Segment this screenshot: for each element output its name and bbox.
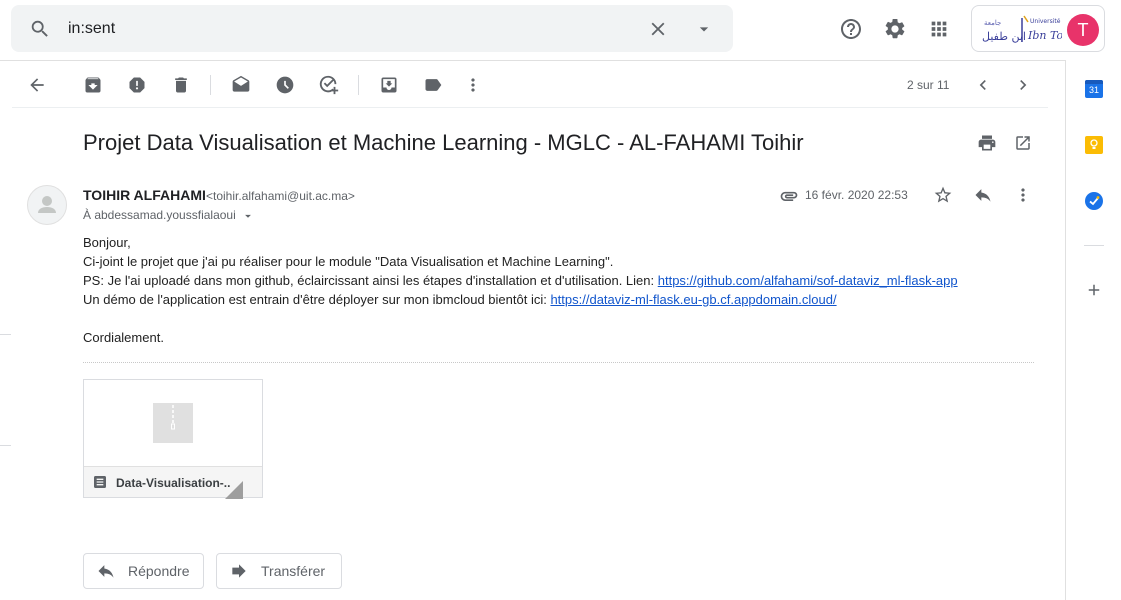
zip-file-icon — [153, 403, 193, 443]
reply-button[interactable]: Répondre — [83, 553, 204, 589]
keep-icon[interactable] — [1085, 136, 1103, 154]
reply-icon[interactable] — [971, 183, 995, 207]
reply-button-label: Répondre — [128, 563, 190, 579]
body-github-text: PS: Je l'ai uploadé dans mon github, écl… — [83, 273, 658, 288]
email-date: 16 févr. 2020 22:53 — [805, 188, 908, 202]
forward-button[interactable]: Transférer — [216, 553, 342, 589]
move-to-icon[interactable] — [376, 72, 402, 98]
toolbar-divider — [12, 107, 1048, 108]
back-icon[interactable] — [24, 72, 50, 98]
help-icon[interactable] — [837, 15, 865, 43]
demo-link[interactable]: https://dataviz-ml-flask.eu-gb.cf.appdom… — [550, 292, 836, 307]
calendar-day: 31 — [1088, 85, 1099, 95]
add-task-icon[interactable] — [316, 72, 342, 98]
sender-avatar — [27, 185, 67, 225]
search-input[interactable]: in:sent — [68, 20, 115, 38]
body-demo-text: Un démo de l'application est entrain d'ê… — [83, 292, 551, 307]
forward-button-icon — [229, 561, 249, 581]
attachment-card[interactable]: Data-Visualisation-... — [83, 379, 263, 499]
svg-text:Université: Université — [1030, 18, 1061, 25]
email-subject: Projet Data Visualisation et Machine Lea… — [83, 130, 804, 155]
side-panel-separator — [1084, 245, 1104, 246]
recipient-details-icon[interactable] — [241, 209, 255, 223]
github-link[interactable]: https://github.com/alfahami/sof-dataviz_… — [658, 273, 958, 288]
header-divider — [0, 60, 1066, 61]
search-bar[interactable]: in:sent — [11, 5, 733, 52]
report-spam-icon[interactable] — [124, 72, 150, 98]
left-edge-mark — [0, 334, 11, 335]
forward-button-label: Transférer — [261, 563, 326, 579]
body-closing: Cordialement. — [83, 330, 164, 345]
older-icon[interactable] — [1011, 73, 1035, 97]
reply-button-icon — [96, 561, 116, 581]
body-line-intro: Ci-joint le projet que j'ai pu réaliser … — [83, 254, 614, 269]
archive-icon[interactable] — [80, 72, 106, 98]
sender-email: <toihir.alfahami@uit.ac.ma> — [206, 189, 355, 203]
snooze-icon[interactable] — [272, 72, 298, 98]
star-icon[interactable] — [931, 183, 955, 207]
search-options-icon[interactable] — [692, 17, 716, 41]
left-edge-mark — [0, 445, 11, 446]
clear-search-icon[interactable] — [646, 17, 670, 41]
attachment-divider — [83, 362, 1034, 363]
account-avatar[interactable]: T — [1067, 14, 1099, 46]
label-icon[interactable] — [420, 72, 446, 98]
apps-icon[interactable] — [925, 15, 953, 43]
mark-unread-icon[interactable] — [228, 72, 254, 98]
recipient-line[interactable]: À abdessamad.youssfialaoui — [83, 208, 255, 223]
newer-icon[interactable] — [971, 73, 995, 97]
side-panel-divider — [1065, 61, 1066, 600]
toolbar-separator — [210, 75, 211, 95]
print-icon[interactable] — [975, 131, 999, 155]
university-logo: جامعة ابن طفيل Université Ibn Tofail — [978, 12, 1062, 46]
attachment-corner-fold — [225, 481, 243, 499]
body-greeting: Bonjour, — [83, 235, 131, 250]
attachment-icon — [779, 186, 799, 206]
more-icon[interactable] — [460, 72, 486, 98]
calendar-icon[interactable]: 31 — [1085, 80, 1103, 98]
open-in-new-window-icon[interactable] — [1011, 131, 1035, 155]
delete-icon[interactable] — [168, 72, 194, 98]
add-addon-icon[interactable] — [1083, 279, 1105, 301]
attachment-name: Data-Visualisation-... — [116, 476, 231, 490]
message-more-icon[interactable] — [1011, 183, 1035, 207]
settings-icon[interactable] — [881, 15, 909, 43]
tasks-icon[interactable] — [1085, 192, 1103, 210]
document-icon — [92, 474, 108, 490]
pagination-text: 2 sur 11 — [907, 78, 950, 92]
body-line-demo: Un démo de l'application est entrain d'ê… — [83, 292, 837, 307]
recipient-text: À abdessamad.youssfialaoui — [83, 208, 236, 222]
svg-text:Ibn Tofail: Ibn Tofail — [1027, 29, 1062, 42]
search-icon[interactable] — [26, 15, 54, 43]
sender-name[interactable]: TOIHIR ALFAHAMI — [83, 187, 206, 203]
body-line-github: PS: Je l'ai uploadé dans mon github, écl… — [83, 273, 958, 288]
toolbar-separator — [358, 75, 359, 95]
svg-text:ابن طفيل: ابن طفيل — [982, 30, 1026, 43]
svg-text:جامعة: جامعة — [984, 19, 1001, 27]
